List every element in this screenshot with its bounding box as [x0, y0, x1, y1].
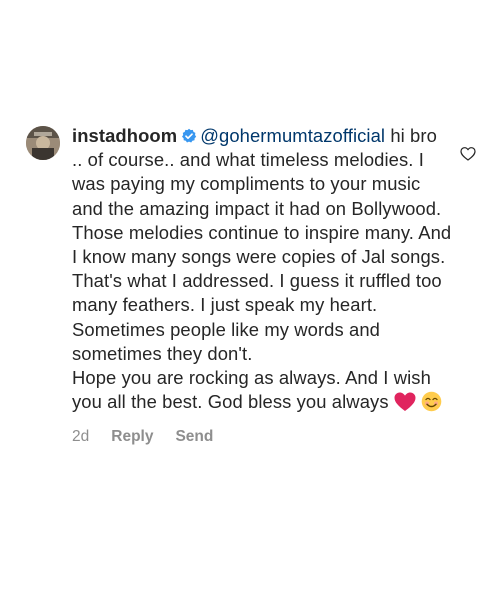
username[interactable]: instadhoom	[72, 125, 177, 146]
comment-timestamp: 2d	[72, 428, 90, 446]
avatar-image	[26, 126, 60, 160]
comment-text: instadhoom @gohermumtazofficial hi bro ..…	[72, 124, 452, 418]
red-heart-emoji	[394, 392, 416, 418]
comment-body: instadhoom @gohermumtazofficial hi bro ..…	[72, 124, 452, 446]
send-button[interactable]: Send	[175, 428, 213, 446]
verified-badge-icon	[182, 128, 197, 143]
comment-message: hi bro .. of course.. and what timeless …	[72, 125, 452, 413]
comment-meta: 2d Reply Send	[72, 428, 452, 446]
like-heart-icon[interactable]	[460, 146, 476, 162]
avatar[interactable]	[26, 126, 60, 160]
reply-button[interactable]: Reply	[111, 428, 153, 446]
mention-link[interactable]: @gohermumtazofficial	[200, 125, 385, 146]
smiling-face-emoji	[421, 391, 442, 418]
